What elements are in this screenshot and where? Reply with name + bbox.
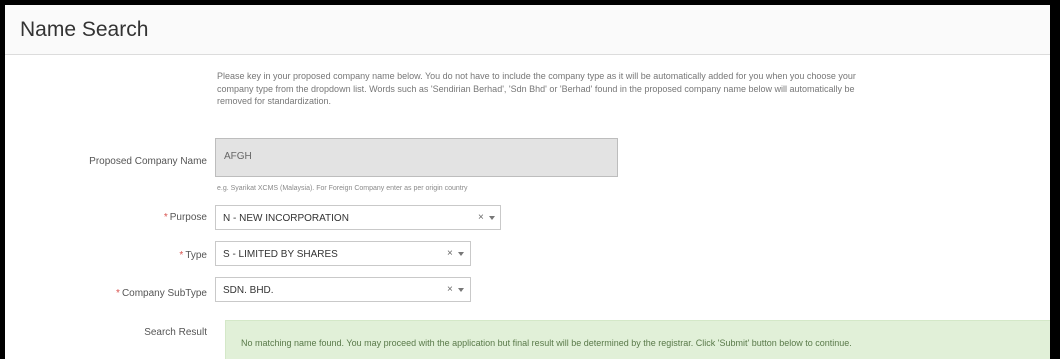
chevron-down-icon[interactable] xyxy=(489,216,495,220)
required-marker: * xyxy=(179,250,184,261)
search-result-message: No matching name found. You may proceed … xyxy=(241,338,852,348)
panel-title: Name Search xyxy=(5,5,1050,55)
purpose-value: N - NEW INCORPORATION xyxy=(223,213,349,224)
purpose-label: * Purpose xyxy=(164,212,207,223)
clear-icon[interactable]: × xyxy=(478,212,484,223)
type-value: S - LIMITED BY SHARES xyxy=(223,249,338,260)
subtype-label: * Company SubType xyxy=(116,288,207,299)
clear-icon[interactable]: × xyxy=(447,248,453,259)
company-name-input[interactable]: AFGH xyxy=(215,138,618,177)
purpose-label-text: Purpose xyxy=(169,212,207,223)
type-label-text: Type xyxy=(185,250,207,261)
chevron-down-icon[interactable] xyxy=(458,252,464,256)
required-marker: * xyxy=(163,212,168,223)
required-marker: * xyxy=(116,288,120,299)
purpose-select[interactable]: N - NEW INCORPORATION × xyxy=(215,205,501,230)
subtype-select[interactable]: SDN. BHD. × xyxy=(215,277,471,302)
type-select[interactable]: S - LIMITED BY SHARES × xyxy=(215,241,471,266)
clear-icon[interactable]: × xyxy=(447,284,453,295)
search-result-label: Search Result xyxy=(144,327,207,338)
search-result-alert: No matching name found. You may proceed … xyxy=(225,320,1050,359)
company-name-label: Proposed Company Name xyxy=(89,156,207,167)
company-name-hint: e.g. Syarikat XCMS (Malaysia). For Forei… xyxy=(217,185,468,192)
name-search-panel: Name Search Please key in your proposed … xyxy=(5,5,1050,359)
type-label: * Type xyxy=(179,250,207,261)
company-name-value: AFGH xyxy=(224,151,252,162)
subtype-value: SDN. BHD. xyxy=(223,285,274,296)
subtype-label-text: Company SubType xyxy=(121,288,207,299)
chevron-down-icon[interactable] xyxy=(458,288,464,292)
instructions-text: Please key in your proposed company name… xyxy=(217,71,856,106)
